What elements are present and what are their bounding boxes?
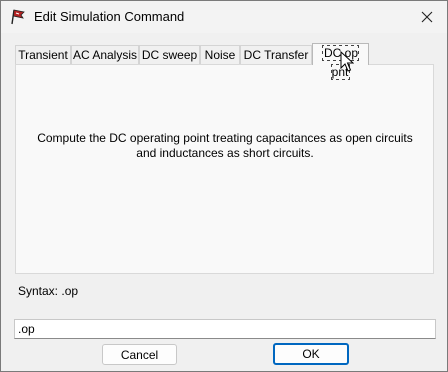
tab-label: Transient: [18, 48, 68, 62]
tab-label: DC Transfer: [243, 48, 309, 62]
tab-dc-sweep[interactable]: DC sweep: [139, 45, 200, 65]
analysis-description: Compute the DC operating point treating …: [37, 131, 413, 160]
syntax-label: Syntax: .op: [18, 284, 79, 298]
tab-dc-transfer[interactable]: DC Transfer: [240, 45, 312, 65]
tab-label: Noise: [204, 48, 236, 62]
title-bar: Edit Simulation Command: [1, 1, 447, 33]
tab-label: DC sweep: [141, 48, 198, 62]
close-icon: [421, 11, 433, 23]
simulation-flag-icon: [11, 9, 25, 25]
tab-ac-analysis[interactable]: AC Analysis: [71, 45, 139, 65]
mouse-pointer-icon: [340, 51, 354, 72]
tab-noise[interactable]: Noise: [200, 45, 240, 65]
tab-panel-dc-op-pnt: Compute the DC operating point treating …: [15, 64, 434, 274]
cancel-button[interactable]: Cancel: [102, 344, 177, 365]
ok-button[interactable]: OK: [273, 343, 349, 365]
edit-simulation-command-dialog: Edit Simulation Command Transient AC Ana…: [0, 0, 448, 372]
window-title: Edit Simulation Command: [34, 9, 185, 24]
close-button[interactable]: [407, 1, 447, 33]
tab-transient[interactable]: Transient: [15, 45, 71, 65]
command-input[interactable]: [14, 319, 436, 339]
tab-label: AC Analysis: [72, 48, 138, 62]
